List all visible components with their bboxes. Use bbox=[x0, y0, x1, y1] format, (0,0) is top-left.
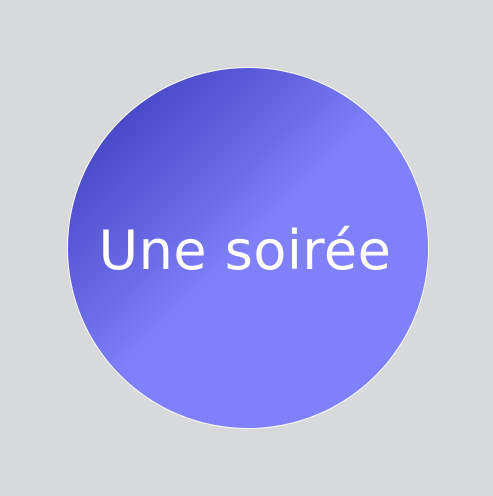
badge-circle: Une soirée bbox=[68, 68, 428, 428]
badge-text: Une soirée bbox=[98, 219, 392, 282]
canvas: Une soirée bbox=[0, 0, 493, 496]
